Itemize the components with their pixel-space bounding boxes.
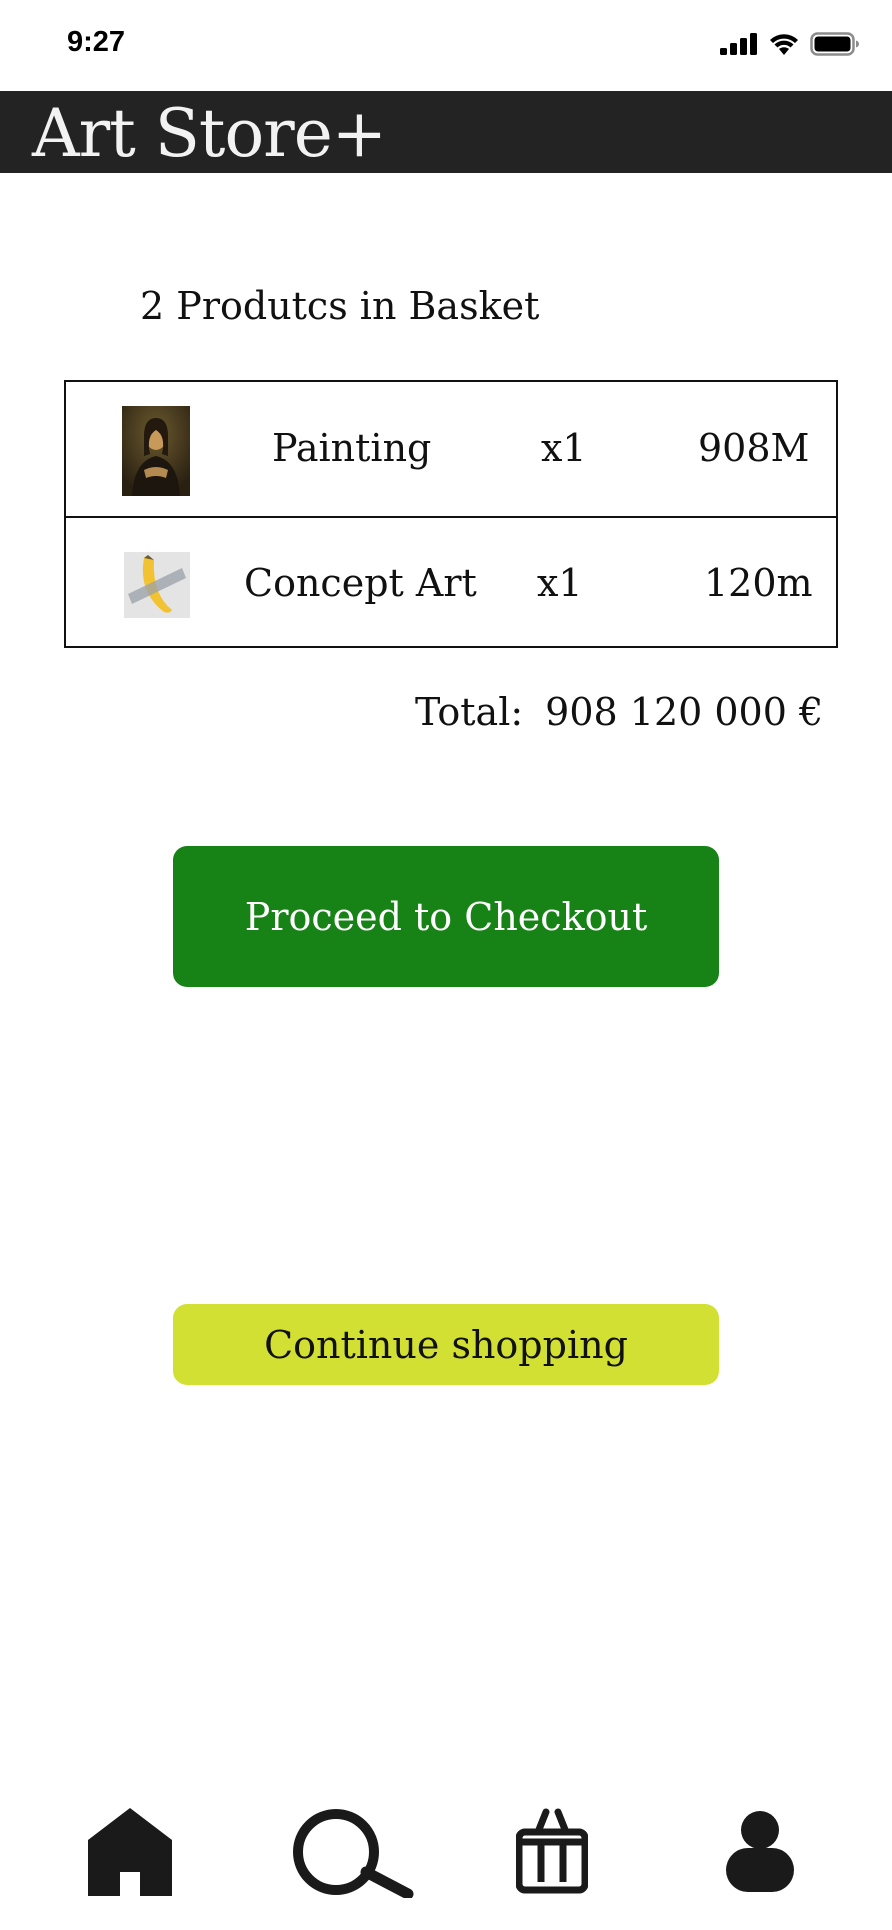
continue-shopping-button[interactable]: Continue shopping (173, 1304, 719, 1385)
basket-row[interactable]: Concept Art x1 120m (66, 516, 836, 652)
home-icon[interactable] (88, 1800, 172, 1900)
basket-table: Painting x1 908M Concept Art x1 120m (64, 380, 838, 648)
battery-icon (810, 32, 859, 56)
proceed-to-checkout-button[interactable]: Proceed to Checkout (173, 846, 719, 987)
continue-button-label: Continue shopping (264, 1322, 628, 1367)
item-price: 120m (704, 561, 813, 605)
search-icon[interactable] (292, 1808, 414, 1898)
item-quantity: x1 (541, 426, 587, 470)
wifi-icon (770, 34, 798, 55)
taped-banana-artwork-thumbnail (124, 552, 190, 618)
app-title: Art Store+ (32, 95, 387, 172)
item-price: 908M (698, 426, 810, 470)
basket-count-label: 2 Produtcs in Basket (140, 284, 540, 328)
total-amount: 908 120 000 € (545, 690, 824, 734)
basket-total: Total: 908 120 000 € (415, 690, 823, 734)
item-name: Painting (272, 426, 432, 470)
status-time: 9:27 (67, 26, 126, 58)
mona-lisa-painting-thumbnail (122, 406, 190, 496)
checkout-button-label: Proceed to Checkout (244, 894, 648, 939)
item-name: Concept Art (244, 561, 477, 605)
total-label: Total: (415, 690, 524, 734)
basket-row[interactable]: Painting x1 908M (66, 382, 836, 516)
basket-icon[interactable] (516, 1808, 588, 1894)
status-icons (720, 32, 860, 56)
cellular-signal-icon (720, 33, 757, 55)
item-quantity: x1 (537, 561, 583, 605)
profile-icon[interactable] (724, 1808, 796, 1894)
